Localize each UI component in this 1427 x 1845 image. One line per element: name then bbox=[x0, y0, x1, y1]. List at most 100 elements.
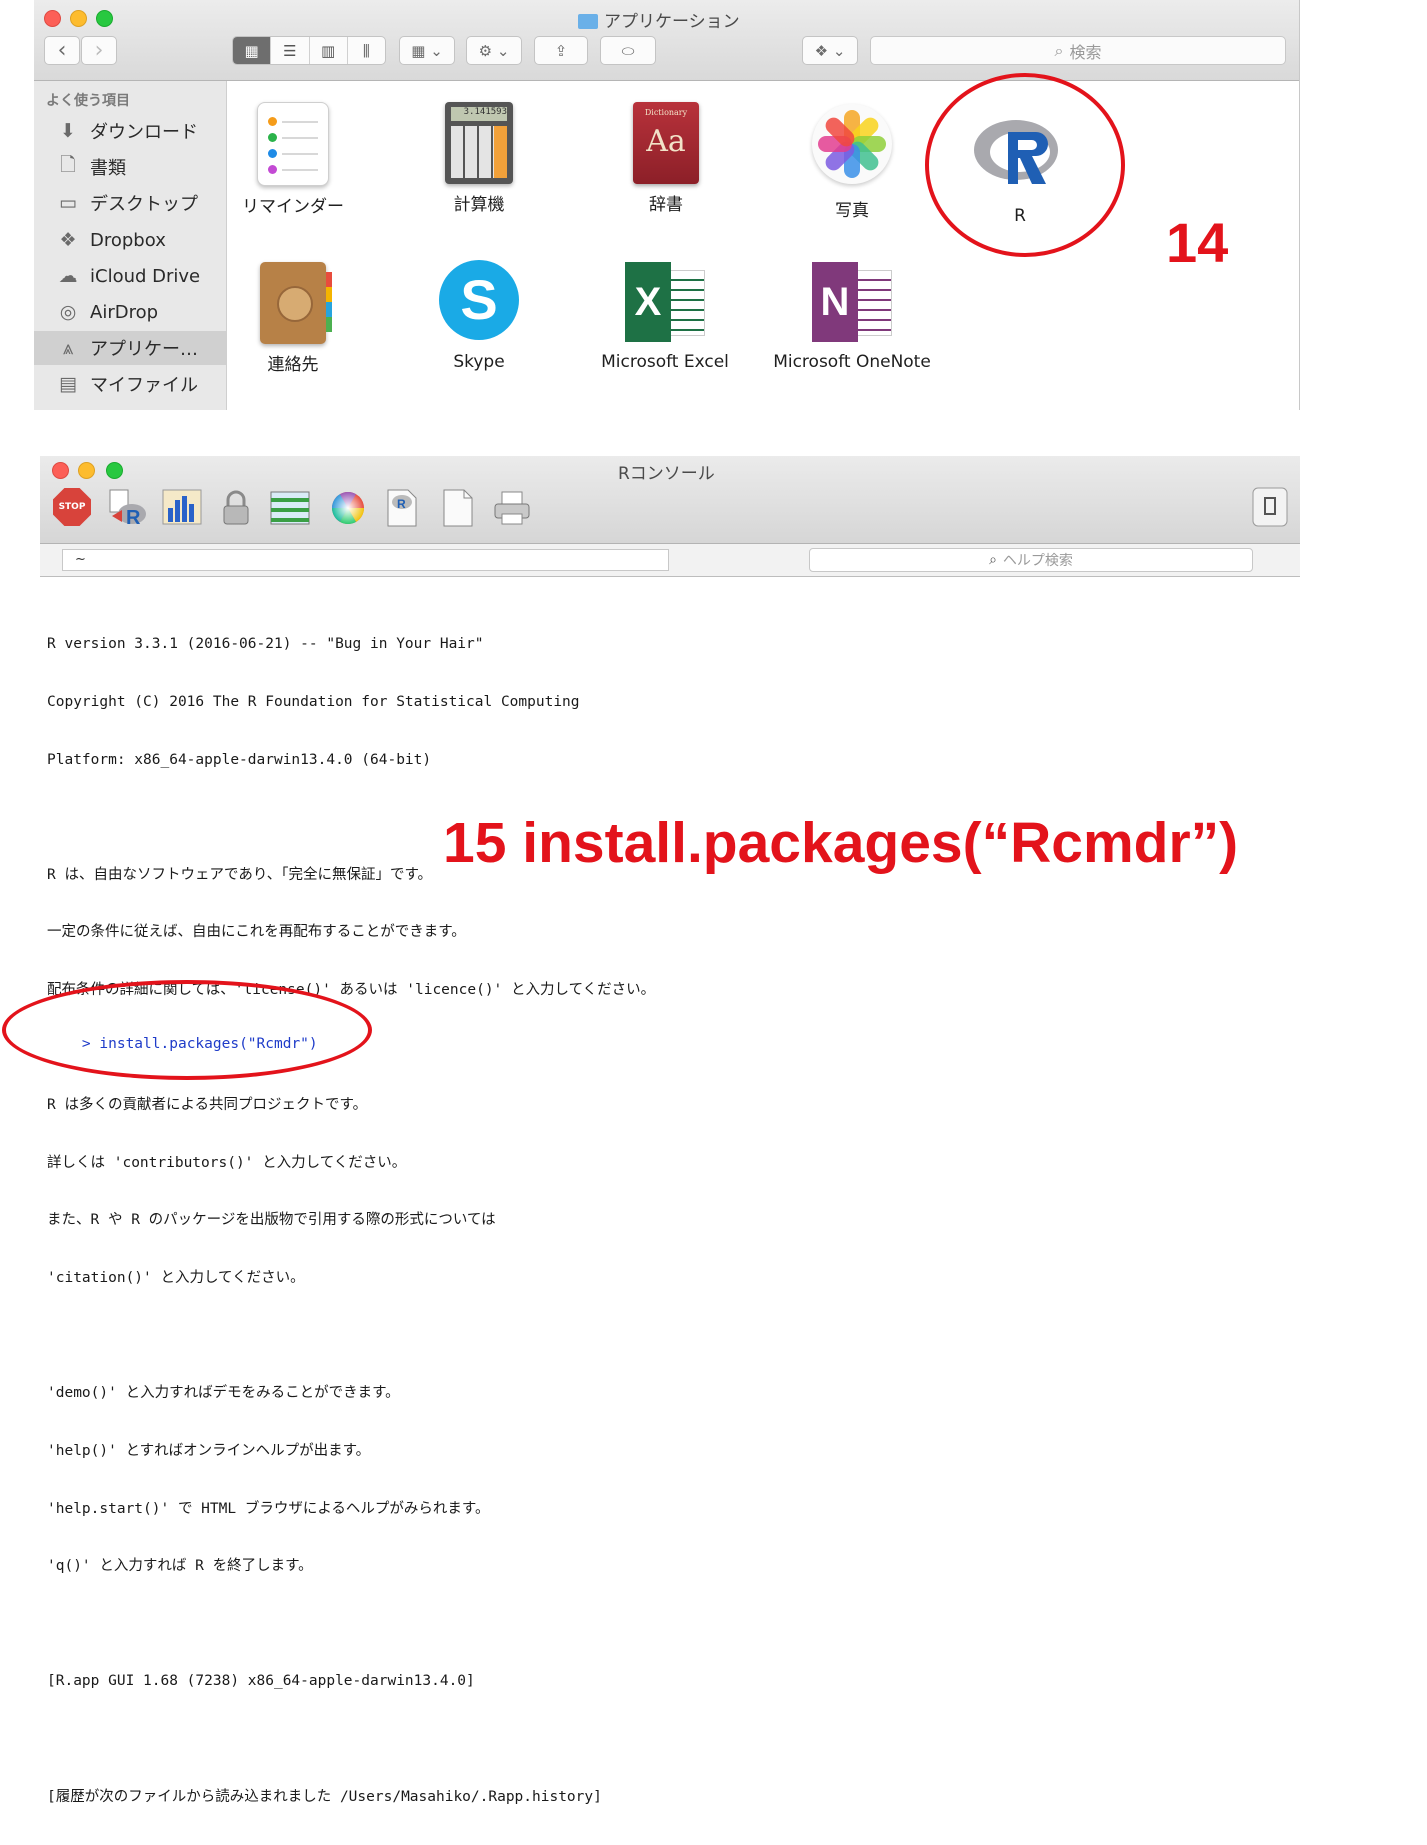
window-title: アプリケーション bbox=[578, 7, 740, 32]
sidebar-item-documents[interactable]: 🗋 書類 bbox=[34, 150, 226, 184]
console-line: [R.app GUI 1.68 (7238) x86_64-apple-darw… bbox=[47, 1673, 475, 1690]
zoom-button[interactable] bbox=[106, 462, 123, 479]
airdrop-icon: ◎ bbox=[59, 301, 77, 323]
search-input[interactable]: ⌕ 検索 bbox=[870, 36, 1286, 65]
minimize-button[interactable] bbox=[78, 462, 95, 479]
share-button[interactable]: ⇪ bbox=[534, 36, 588, 65]
icon-view-icon[interactable]: ▦ bbox=[233, 37, 272, 64]
printer-icon bbox=[494, 491, 530, 525]
color-wheel-icon bbox=[331, 491, 365, 525]
console-output: R version 3.3.1 (2016-06-21) -- "Bug in … bbox=[47, 597, 655, 1845]
console-line: [履歴が次のファイルから読み込まれました /Users/Masahiko/.Ra… bbox=[47, 1788, 602, 1805]
sidebar-item-icloud-drive[interactable]: ☁ iCloud Drive bbox=[34, 259, 226, 293]
chevron-down-icon: ⌄ bbox=[832, 41, 846, 60]
close-button[interactable] bbox=[52, 462, 69, 479]
excel-glyph: X bbox=[625, 262, 671, 342]
sidebar-item-my-files[interactable]: ▤ マイファイル bbox=[34, 367, 226, 401]
calculator-display: 3.141593 bbox=[451, 107, 507, 121]
svg-text:R: R bbox=[126, 507, 141, 528]
console-line: 'help()' とすればオンラインヘルプが出ます。 bbox=[47, 1442, 371, 1459]
lock-icon bbox=[223, 490, 249, 525]
search-placeholder: 検索 bbox=[1069, 42, 1102, 62]
dropbox-button[interactable]: ❖ ⌄ bbox=[802, 36, 858, 65]
sidebar-item-dropbox[interactable]: ❖ Dropbox bbox=[34, 223, 226, 257]
data-editor-button[interactable] bbox=[270, 488, 310, 528]
app-microsoft-onenote[interactable]: N Microsoft OneNote bbox=[762, 262, 942, 372]
chevron-down-icon: ⌄ bbox=[430, 41, 443, 60]
stop-button[interactable]: STOP bbox=[53, 488, 93, 528]
console-line: また、R や R のパッケージを出版物で引用する際の形式については bbox=[47, 1212, 496, 1229]
help-search-input[interactable]: ⌕ ヘルプ検索 bbox=[809, 548, 1253, 572]
sidebar-item-desktop[interactable]: ▭ デスクトップ bbox=[34, 186, 226, 220]
tag-button[interactable]: ⬭ bbox=[600, 36, 656, 65]
spreadsheet-icon bbox=[270, 491, 310, 525]
zoom-button[interactable] bbox=[96, 10, 113, 27]
annotation-step-15: 15 install.packages(“Rcmdr”) bbox=[443, 811, 1239, 875]
annotation-step-14: 14 bbox=[1166, 211, 1229, 274]
close-button[interactable] bbox=[44, 10, 61, 27]
console-line: R は多くの貢献者による共同プロジェクトです。 bbox=[47, 1097, 368, 1114]
source-script-button[interactable]: R bbox=[108, 488, 148, 529]
console-line: 'q()' と入力すれば R を終了します。 bbox=[47, 1558, 313, 1575]
tag-icon: ⬭ bbox=[621, 41, 635, 60]
console-line: 'demo()' と入力すればデモをみることができます。 bbox=[47, 1385, 400, 1402]
arrange-button[interactable]: ▦ ⌄ bbox=[399, 36, 455, 65]
app-skype[interactable]: S Skype bbox=[389, 260, 569, 372]
toggle-toolbar-button[interactable] bbox=[1251, 486, 1291, 527]
sidebar-item-label: 書類 bbox=[90, 158, 126, 179]
search-icon: ⌕ bbox=[989, 552, 997, 568]
app-label: 辞書 bbox=[649, 195, 683, 215]
search-icon: ⌕ bbox=[1054, 40, 1064, 60]
app-label: Skype bbox=[453, 352, 505, 372]
authorize-button[interactable] bbox=[216, 488, 256, 528]
toolbar-toggle-icon bbox=[1252, 487, 1288, 527]
app-contacts[interactable]: 連絡先 bbox=[203, 262, 383, 375]
blank-document-icon bbox=[443, 489, 473, 527]
console-line: 一定の条件に従えば、自由にこれを再配布することができます。 bbox=[47, 924, 466, 941]
photos-app-icon bbox=[812, 104, 892, 184]
r-document-icon: R bbox=[387, 489, 417, 527]
minimize-button[interactable] bbox=[70, 10, 87, 27]
folder-icon bbox=[578, 14, 598, 29]
applications-icon: ⩓ bbox=[62, 337, 74, 359]
calculator-app-icon: 3.141593 bbox=[445, 102, 513, 184]
dropbox-icon: ❖ bbox=[814, 41, 829, 60]
column-view-icon[interactable]: ▥ bbox=[310, 37, 348, 64]
quartz-graphics-button[interactable] bbox=[162, 488, 202, 528]
app-microsoft-excel[interactable]: X Microsoft Excel bbox=[575, 262, 755, 372]
sidebar-item-label: Dropbox bbox=[90, 229, 166, 251]
working-directory-field[interactable]: ~ bbox=[62, 549, 669, 571]
app-label: Microsoft OneNote bbox=[773, 352, 931, 372]
console-line: Platform: x86_64-apple-darwin13.4.0 (64-… bbox=[47, 751, 432, 768]
sidebar-item-airdrop[interactable]: ◎ AirDrop bbox=[34, 295, 226, 329]
bar-chart-icon bbox=[162, 489, 202, 525]
sidebar-item-label: アプリケー… bbox=[90, 339, 198, 360]
list-view-icon[interactable]: ☰ bbox=[271, 37, 310, 64]
app-reminders[interactable]: リマインダー bbox=[203, 102, 383, 217]
forward-button[interactable]: › bbox=[81, 36, 117, 65]
sidebar-item-label: マイファイル bbox=[90, 375, 198, 396]
back-button[interactable]: ‹ bbox=[44, 36, 80, 65]
coverflow-view-icon[interactable]: ⫼ bbox=[348, 37, 385, 64]
sidebar-item-label: ダウンロード bbox=[90, 122, 198, 143]
onenote-glyph: N bbox=[812, 262, 858, 342]
app-dictionary[interactable]: Dictionary Aa 辞書 bbox=[576, 102, 756, 215]
open-document-button[interactable]: R bbox=[382, 488, 422, 528]
new-document-button[interactable] bbox=[438, 488, 478, 528]
print-button[interactable] bbox=[492, 488, 532, 528]
console-line: 詳しくは 'contributors()' と入力してください。 bbox=[47, 1154, 407, 1171]
r-console-toolbar: Rコンソール STOP R R bbox=[40, 456, 1300, 544]
action-button[interactable]: ⚙ ⌄ bbox=[466, 36, 522, 65]
sidebar-item-label: AirDrop bbox=[90, 301, 159, 323]
gear-icon: ⚙ bbox=[478, 41, 493, 60]
stop-icon: STOP bbox=[53, 488, 91, 526]
app-calculator[interactable]: 3.141593 計算機 bbox=[389, 102, 569, 215]
cloud-icon: ☁ bbox=[58, 265, 78, 287]
sidebar-item-downloads[interactable]: ⬇ ダウンロード bbox=[34, 114, 226, 148]
app-photos[interactable]: 写真 bbox=[762, 104, 942, 221]
dictionary-cover-text: Dictionary bbox=[644, 108, 688, 117]
colors-button[interactable] bbox=[328, 488, 368, 528]
window-title: Rコンソール bbox=[618, 464, 715, 484]
dictionary-cover-glyph: Aa bbox=[646, 124, 686, 159]
sidebar-item-applications[interactable]: ⩓ アプリケー… bbox=[34, 331, 226, 365]
